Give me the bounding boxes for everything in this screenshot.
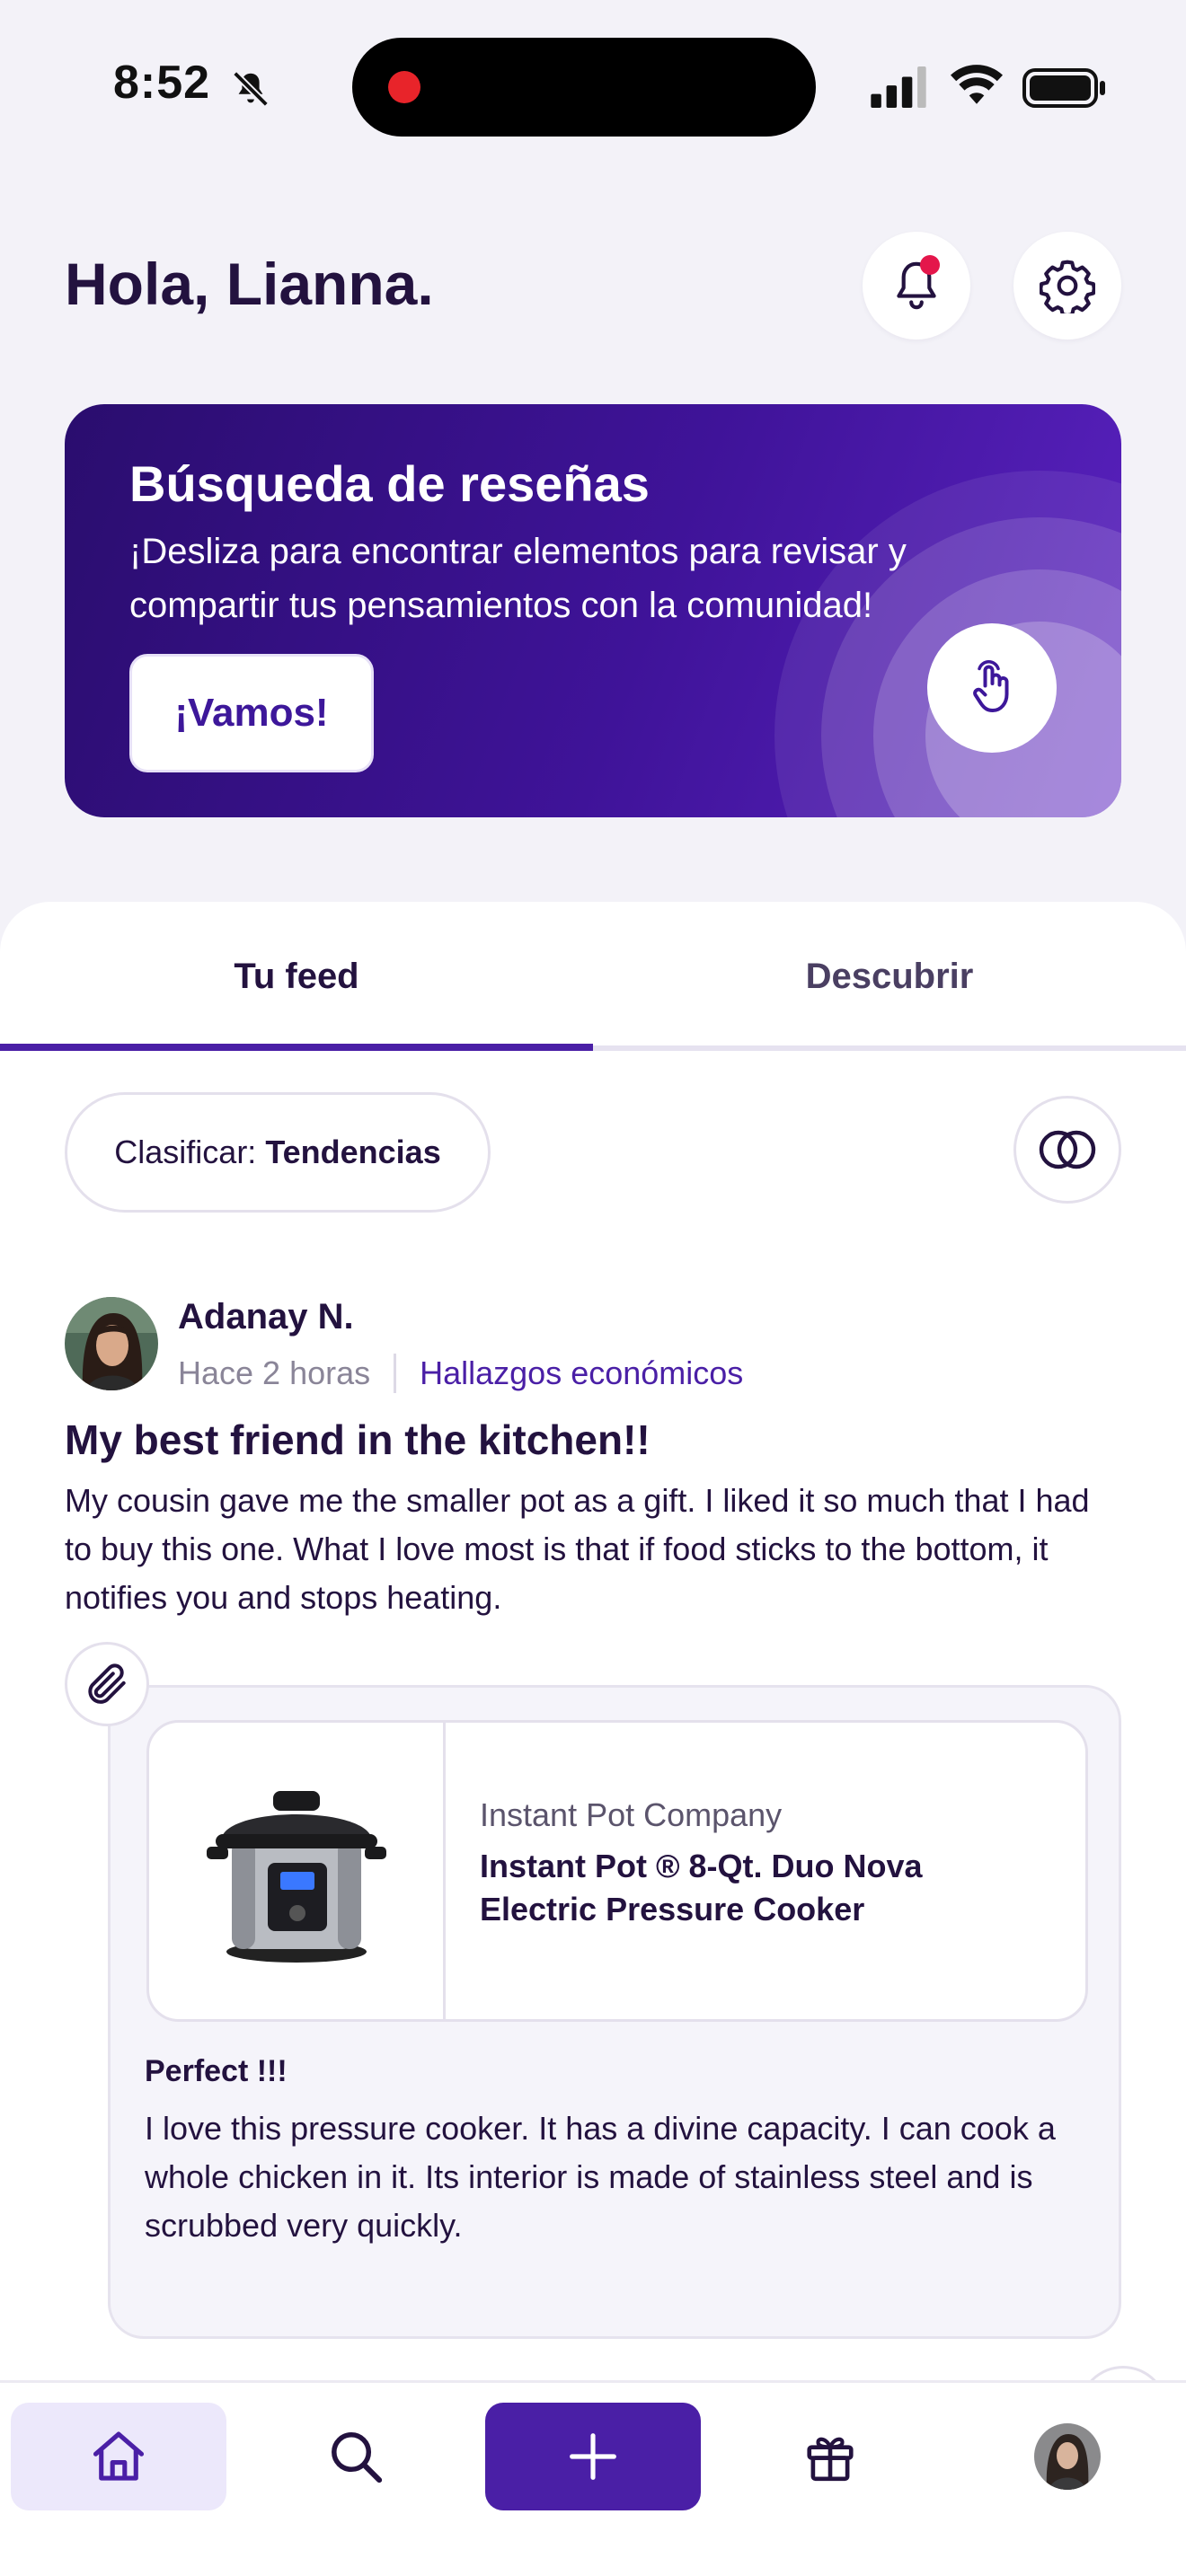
sort-selector[interactable]: Clasificar: Tendencias (65, 1092, 491, 1213)
greeting: Hola, Lianna. (65, 251, 434, 317)
nav-profile[interactable] (1013, 2403, 1121, 2510)
author-photo (65, 1297, 158, 1390)
meta-divider (394, 1354, 397, 1393)
status-time: 8:52 (113, 57, 211, 109)
author-name[interactable]: Adanay N. (178, 1297, 354, 1337)
product-brand: Instant Pot Company (480, 1796, 783, 1833)
post-timestamp: Hace 2 horas (178, 1354, 371, 1391)
tap-hand-icon (973, 660, 1009, 712)
post-meta: Hace 2 horas Hallazgos económicos (178, 1351, 743, 1396)
review-search-banner[interactable]: Búsqueda de reseñas ¡Desliza para encont… (65, 404, 1121, 817)
paperclip-icon (88, 1663, 126, 1704)
feed-sheet: Tu feed Descubrir Clasificar: Tendencias… (0, 902, 1186, 2576)
banner-title: Búsqueda de reseñas (129, 455, 650, 512)
search-icon (332, 2432, 383, 2483)
review-title: Perfect !!! (145, 2054, 288, 2088)
tab-discover[interactable]: Descubrir (593, 902, 1186, 1051)
product-image (149, 1723, 446, 2019)
active-tab-indicator (0, 1044, 593, 1051)
bell-slash-icon (233, 71, 269, 107)
lets-go-button[interactable]: ¡Vamos! (129, 654, 374, 772)
review-body: I love this pressure cooker. It has a di… (145, 2110, 1056, 2244)
profile-photo (1034, 2423, 1101, 2490)
home-icon (93, 2431, 145, 2481)
overlapping-circles-icon (1039, 1130, 1096, 1169)
nav-search[interactable] (302, 2403, 410, 2510)
post-body[interactable]: My cousin gave me the smaller pot as a g… (65, 1477, 1125, 1622)
recording-indicator (388, 71, 420, 103)
tab-your-feed[interactable]: Tu feed (0, 902, 593, 1051)
cellular-signal-icon (871, 66, 926, 108)
bottom-navigation (0, 2380, 1186, 2576)
attached-review-card[interactable]: Instant Pot Company Instant Pot ® 8-Qt. … (108, 1685, 1121, 2339)
profile-avatar (1034, 2423, 1101, 2490)
gift-icon (807, 2437, 854, 2482)
wifi-icon (951, 65, 1003, 104)
battery-icon (1022, 68, 1105, 108)
product-name: Instant Pot ® 8-Qt. Duo Nova Electric Pr… (480, 1848, 923, 1928)
sort-prefix: Clasificar: (114, 1134, 257, 1170)
nav-create-post[interactable] (485, 2403, 701, 2510)
nav-rewards[interactable] (776, 2403, 884, 2510)
banner-description: ¡Desliza para encontrar elementos para r… (129, 532, 907, 625)
swipe-start-button[interactable] (927, 623, 1057, 753)
notifications-button[interactable] (863, 232, 970, 340)
plus-icon (570, 2433, 616, 2480)
product-card[interactable]: Instant Pot Company Instant Pot ® 8-Qt. … (146, 1720, 1088, 2022)
post-category-link[interactable]: Hallazgos económicos (420, 1354, 743, 1392)
author-avatar[interactable] (65, 1297, 158, 1390)
settings-button[interactable] (1013, 232, 1121, 340)
attachment-button[interactable] (65, 1642, 149, 1726)
dynamic-island (352, 38, 816, 137)
filter-button[interactable] (1013, 1096, 1121, 1204)
sort-value: Tendencias (265, 1134, 441, 1170)
gear-icon (1040, 260, 1095, 313)
post-title[interactable]: My best friend in the kitchen!! (65, 1416, 651, 1464)
nav-home[interactable] (11, 2403, 226, 2510)
status-bar: 8:52 (0, 0, 1186, 171)
feed-tabs: Tu feed Descubrir (0, 902, 1186, 1051)
pressure-cooker-image (206, 1791, 386, 1963)
notification-badge (920, 255, 940, 275)
